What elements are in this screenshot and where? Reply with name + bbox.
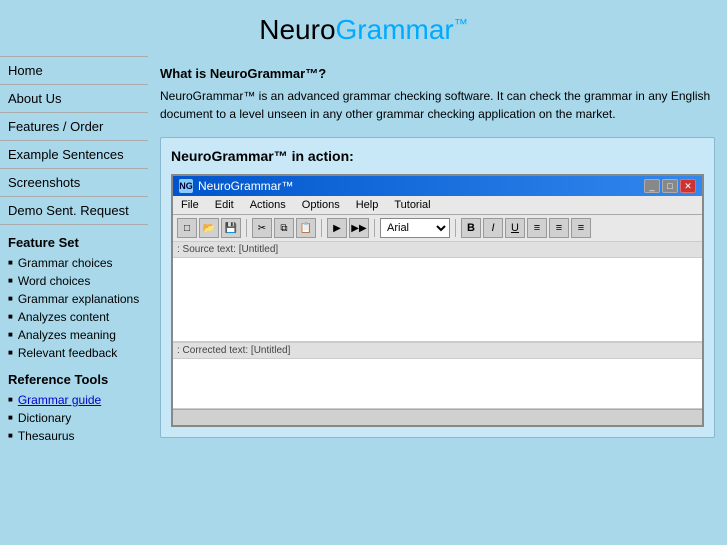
menu-help[interactable]: Help — [352, 198, 383, 212]
bold-button[interactable]: B — [461, 218, 481, 238]
feature-list: Grammar choices Word choices Grammar exp… — [0, 254, 148, 362]
titlebar-left: NG NeuroGrammar™ — [179, 179, 293, 193]
corrected-label: : Corrected text: [Untitled] — [173, 342, 702, 359]
sidebar: Home About Us Features / Order Example S… — [0, 56, 148, 545]
feature-set-title: Feature Set — [0, 225, 148, 254]
feature-item: Word choices — [8, 272, 140, 290]
feature-item: Grammar choices — [8, 254, 140, 272]
app-statusbar — [173, 409, 702, 425]
menu-tutorial[interactable]: Tutorial — [390, 198, 434, 212]
corrected-text-area[interactable] — [173, 359, 702, 409]
grammar-guide-link[interactable]: Grammar guide — [18, 393, 101, 407]
menu-actions[interactable]: Actions — [246, 198, 290, 212]
what-is-title: What is NeuroGrammar™? — [160, 66, 715, 81]
demo-box: NeuroGrammar™ in action: NG NeuroGrammar… — [160, 137, 715, 438]
format-buttons: B I U ≡ ≡ ≡ — [461, 218, 591, 238]
sidebar-item-demo-sent-request[interactable]: Demo Sent. Request — [0, 197, 148, 225]
feature-item: Analyzes content — [8, 308, 140, 326]
app-titlebar: NG NeuroGrammar™ _ □ ✕ — [173, 176, 702, 196]
app-window: NG NeuroGrammar™ _ □ ✕ File Edit Ac — [171, 174, 704, 427]
sidebar-item-screenshots[interactable]: Screenshots — [0, 169, 148, 197]
titlebar-buttons: _ □ ✕ — [644, 179, 696, 193]
app-icon: NG — [179, 179, 193, 193]
sidebar-item-about-us[interactable]: About Us — [0, 85, 148, 113]
align-center-button[interactable]: ≡ — [549, 218, 569, 238]
underline-button[interactable]: U — [505, 218, 525, 238]
site-title: NeuroGrammar™ — [0, 14, 727, 46]
reference-item-thesaurus: Thesaurus — [8, 427, 140, 445]
main-content: What is NeuroGrammar™? NeuroGrammar™ is … — [148, 56, 727, 545]
toolbar-separator-4 — [455, 219, 456, 237]
italic-button[interactable]: I — [483, 218, 503, 238]
feature-item: Analyzes meaning — [8, 326, 140, 344]
reference-item-grammar: Grammar guide — [8, 391, 140, 409]
toolbar-open[interactable]: 📂 — [199, 218, 219, 238]
reference-list: Grammar guide Dictionary Thesaurus — [0, 391, 148, 445]
sidebar-item-features-order[interactable]: Features / Order — [0, 113, 148, 141]
source-text-area: : Source text: [Untitled] — [173, 242, 702, 342]
toolbar-new[interactable]: □ — [177, 218, 197, 238]
app-menubar: File Edit Actions Options Help Tutorial — [173, 196, 702, 215]
align-right-button[interactable]: ≡ — [571, 218, 591, 238]
reference-item-dictionary: Dictionary — [8, 409, 140, 427]
toolbar-save[interactable]: 💾 — [221, 218, 241, 238]
toolbar-run1[interactable]: ▶ — [327, 218, 347, 238]
align-left-button[interactable]: ≡ — [527, 218, 547, 238]
menu-edit[interactable]: Edit — [211, 198, 238, 212]
toolbar-separator-3 — [374, 219, 375, 237]
feature-item: Relevant feedback — [8, 344, 140, 362]
sidebar-item-home[interactable]: Home — [0, 56, 148, 85]
close-button[interactable]: ✕ — [680, 179, 696, 193]
toolbar-cut[interactable]: ✂ — [252, 218, 272, 238]
what-is-text: NeuroGrammar™ is an advanced grammar che… — [160, 87, 715, 123]
toolbar-run2[interactable]: ▶▶ — [349, 218, 369, 238]
feature-item: Grammar explanations — [8, 290, 140, 308]
title-neuro: Neuro — [259, 14, 335, 45]
menu-options[interactable]: Options — [298, 198, 344, 212]
toolbar-separator-2 — [321, 219, 322, 237]
toolbar-separator-1 — [246, 219, 247, 237]
toolbar-copy[interactable]: ⧉ — [274, 218, 294, 238]
maximize-button[interactable]: □ — [662, 179, 678, 193]
page-wrapper: NeuroGrammar™ Home About Us Features / O… — [0, 0, 727, 545]
source-text-content[interactable] — [173, 258, 702, 341]
sidebar-item-example-sentences[interactable]: Example Sentences — [0, 141, 148, 169]
source-label: : Source text: [Untitled] — [173, 242, 702, 258]
title-tm: ™ — [454, 16, 468, 32]
title-grammar: Grammar — [336, 14, 454, 45]
font-select[interactable]: Arial — [380, 218, 450, 238]
minimize-button[interactable]: _ — [644, 179, 660, 193]
reference-tools-title: Reference Tools — [0, 362, 148, 391]
app-title: NeuroGrammar™ — [198, 179, 293, 193]
demo-box-title: NeuroGrammar™ in action: — [171, 148, 704, 164]
content-area: Home About Us Features / Order Example S… — [0, 56, 727, 545]
header: NeuroGrammar™ — [0, 0, 727, 56]
menu-file[interactable]: File — [177, 198, 203, 212]
app-toolbar: □ 📂 💾 ✂ ⧉ 📋 ▶ ▶▶ Arial — [173, 215, 702, 242]
toolbar-paste[interactable]: 📋 — [296, 218, 316, 238]
